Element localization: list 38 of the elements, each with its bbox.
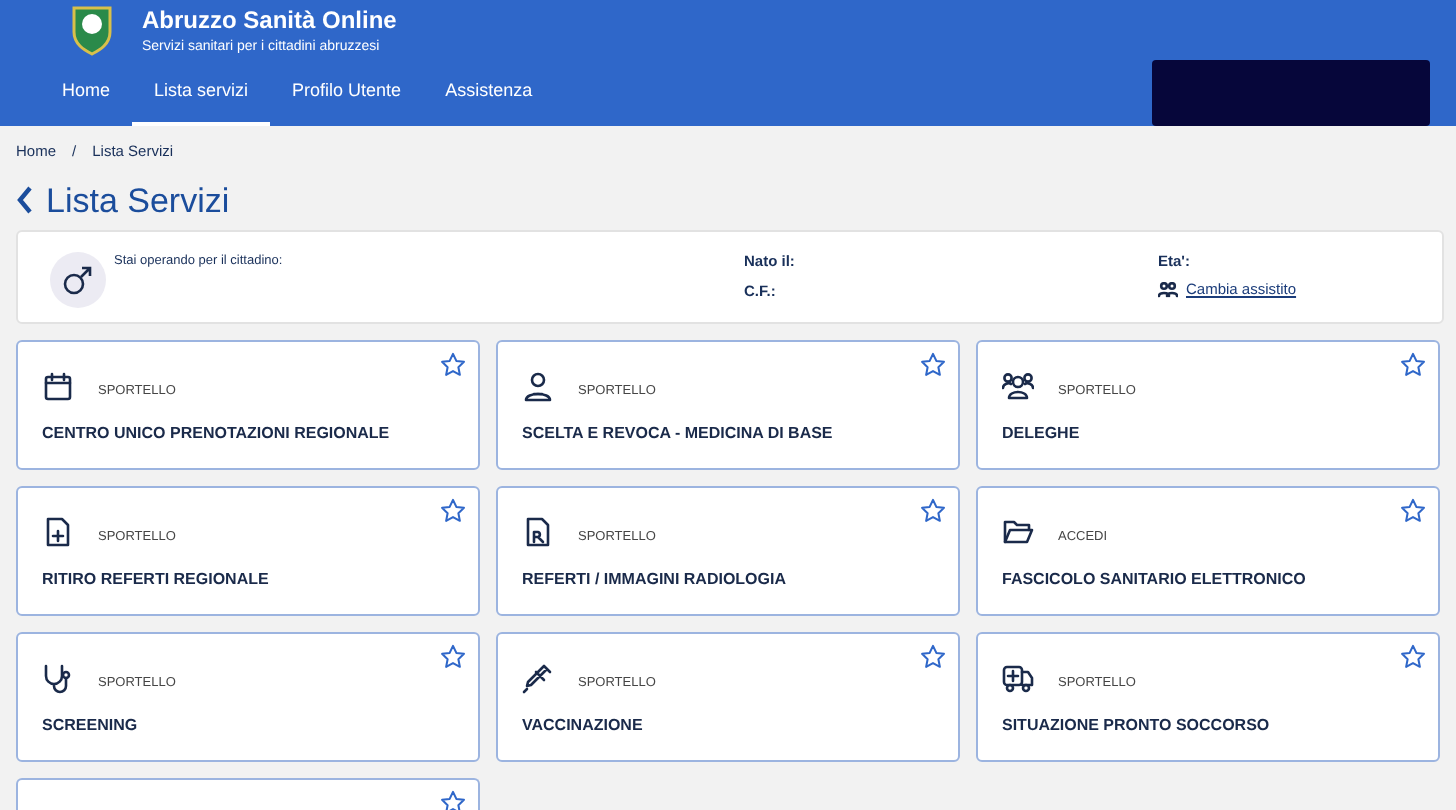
star-icon[interactable] [1400,498,1426,525]
people-icon [1002,370,1034,403]
prescription-document-icon [522,516,554,549]
nav-tab[interactable]: Home [40,60,133,126]
service-title: DELEGHE [1002,422,1080,447]
star-icon[interactable] [1400,352,1426,379]
star-icon[interactable] [1400,644,1426,671]
service-title: SCELTA E REVOCA - MEDICINA DI BASE [522,422,833,447]
medical-document-icon [42,516,74,549]
service-title: VACCINAZIONE [522,714,643,739]
stethoscope-icon [42,662,74,695]
nav-tab[interactable]: Profilo Utente [270,60,424,126]
service-title: SCREENING [42,714,138,739]
site-title: Abruzzo Sanità Online [142,7,397,31]
people-icon [1158,281,1178,298]
shield-logo [70,4,114,56]
service-title: FASCICOLO SANITARIO ELETTRONICO [1002,568,1306,593]
doctor-icon [522,370,554,403]
service-title: REFERTI / IMMAGINI RADIOLOGIA [522,568,786,593]
nav-tab[interactable]: Assistenza [423,60,555,126]
page-title: Lista Servizi [46,179,230,223]
star-icon[interactable] [440,352,466,379]
service-title: SITUAZIONE PRONTO SOCCORSO [1002,714,1270,739]
calendar-icon [42,370,74,403]
star-icon[interactable] [920,644,946,671]
star-icon[interactable] [920,498,946,525]
male-icon [62,264,94,297]
star-icon[interactable] [440,644,466,671]
service-title: RITIRO REFERTI REGIONALE [42,568,269,593]
service-title: CENTRO UNICO PRENOTAZIONI REGIONALE [42,422,390,447]
folder-icon [1002,516,1034,549]
back-icon[interactable] [16,186,34,215]
star-icon[interactable] [440,498,466,525]
star-icon[interactable] [440,790,466,810]
syringe-icon [522,662,554,695]
ambulance-icon [1002,662,1034,695]
nav-tab[interactable]: Lista servizi [132,60,271,126]
star-icon[interactable] [920,352,946,379]
